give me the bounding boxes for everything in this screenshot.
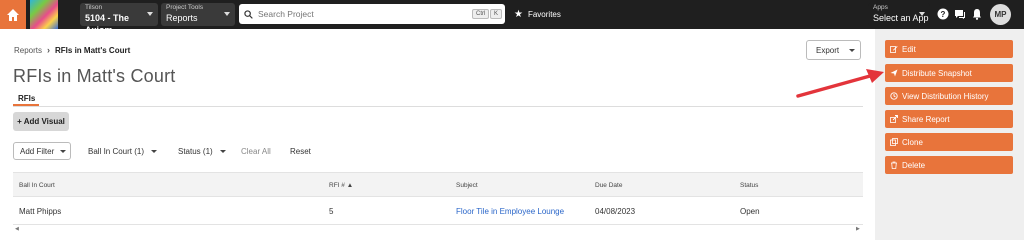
send-icon [890,69,898,77]
breadcrumb: Reports › RFIs in Matt's Court [14,45,130,55]
notification-bell-icon[interactable] [971,8,983,20]
home-icon [7,8,19,21]
clone-icon [890,138,898,146]
chat-icon[interactable] [954,8,966,20]
breadcrumb-current: RFIs in Matt's Court [55,45,131,55]
column-header-ball-in-court[interactable]: Ball In Court [19,182,55,189]
cell-status: Open [740,207,760,216]
search-box[interactable]: Ctrl K [239,4,505,24]
tool-selector[interactable]: Project Tools Reports [161,3,235,26]
add-filter-button[interactable]: Add Filter [13,142,71,160]
clone-label: Clone [902,137,923,147]
trash-icon [891,161,897,169]
status-filter-label: Status (1) [178,146,213,156]
view-distribution-history-button[interactable]: View Distribution History [885,87,1013,105]
user-avatar[interactable]: MP [990,4,1011,25]
distribute-snapshot-label: Distribute Snapshot [902,68,972,78]
ball-in-court-filter[interactable]: Ball In Court (1) [88,142,158,160]
edit-icon [890,46,898,53]
chevron-right-icon: › [47,45,51,55]
svg-text:?: ? [941,10,946,19]
table-header: Ball In Court RFI # ▲ Subject Due Date S… [13,172,863,197]
project-selector-label: Tilson [85,4,103,11]
clear-all-button[interactable]: Clear All [241,142,271,160]
annotation-arrow [796,69,884,98]
chevron-down-icon [224,12,230,16]
reset-button[interactable]: Reset [290,142,311,160]
favorites-label: Favorites [527,10,561,19]
cell-due-date: 04/08/2023 [595,207,636,216]
tool-selector-label: Project Tools [166,4,204,11]
delete-label: Delete [902,160,926,170]
top-navigation-bar: Tilson 5104 - The Axiom Project Tools Re… [0,0,1024,35]
column-header-status[interactable]: Status [740,182,758,189]
apps-selector-label: Apps [873,4,888,11]
chevron-down-icon [919,12,925,16]
cell-subject-link[interactable]: Floor Tile in Employee Lounge [456,207,564,216]
chevron-down-icon [219,149,226,153]
delete-button[interactable]: Delete [885,156,1013,174]
export-label: Export [816,45,840,55]
add-filter-label: Add Filter [20,146,55,156]
scroll-left-icon[interactable]: ◀ [15,226,19,232]
shortcut-k-key: K [490,9,503,19]
chevron-down-icon [849,49,855,52]
search-icon [244,9,253,19]
search-input[interactable] [258,9,458,19]
shortcut-ctrl-key: Ctrl [472,9,490,19]
star-icon: ★ [514,9,523,20]
page-title: RFIs in Matt's Court [13,66,176,86]
chevron-down-icon [60,150,66,153]
share-report-button[interactable]: Share Report [885,110,1013,128]
edit-button[interactable]: Edit [885,40,1013,58]
status-filter[interactable]: Status (1) [178,142,226,160]
cell-rfi-number: 5 [329,207,334,216]
history-icon [890,92,898,100]
company-logo [30,0,58,29]
export-button[interactable]: Export [806,40,861,60]
column-header-due-date[interactable]: Due Date [595,182,622,189]
share-report-label: Share Report [902,114,950,124]
tab-rfis[interactable]: RFIs [18,94,35,103]
chevron-down-icon [147,12,153,16]
chevron-down-icon [151,149,158,153]
add-visual-button[interactable]: + Add Visual [13,112,69,131]
column-header-subject[interactable]: Subject [456,182,478,189]
column-header-rfi-number[interactable]: RFI # ▲ [329,182,353,189]
help-icon[interactable]: ? [937,8,949,20]
horizontal-scrollbar[interactable]: ◀ ▶ [13,224,863,232]
breadcrumb-reports-link[interactable]: Reports [14,46,42,55]
project-selector[interactable]: Tilson 5104 - The Axiom [80,3,158,35]
view-distribution-history-label: View Distribution History [902,91,989,101]
favorites-button[interactable]: ★ Favorites [514,9,561,20]
edit-label: Edit [902,44,916,54]
tab-divider [13,106,863,107]
clone-button[interactable]: Clone [885,133,1013,151]
cell-ball-in-court: Matt Phipps [19,207,62,216]
distribute-snapshot-button[interactable]: Distribute Snapshot [885,64,1013,82]
apps-selector[interactable]: Apps Select an App [868,3,930,26]
ball-in-court-filter-label: Ball In Court (1) [88,146,145,156]
share-icon [890,115,898,123]
home-button[interactable] [0,0,26,29]
scroll-right-icon[interactable]: ▶ [856,226,860,232]
